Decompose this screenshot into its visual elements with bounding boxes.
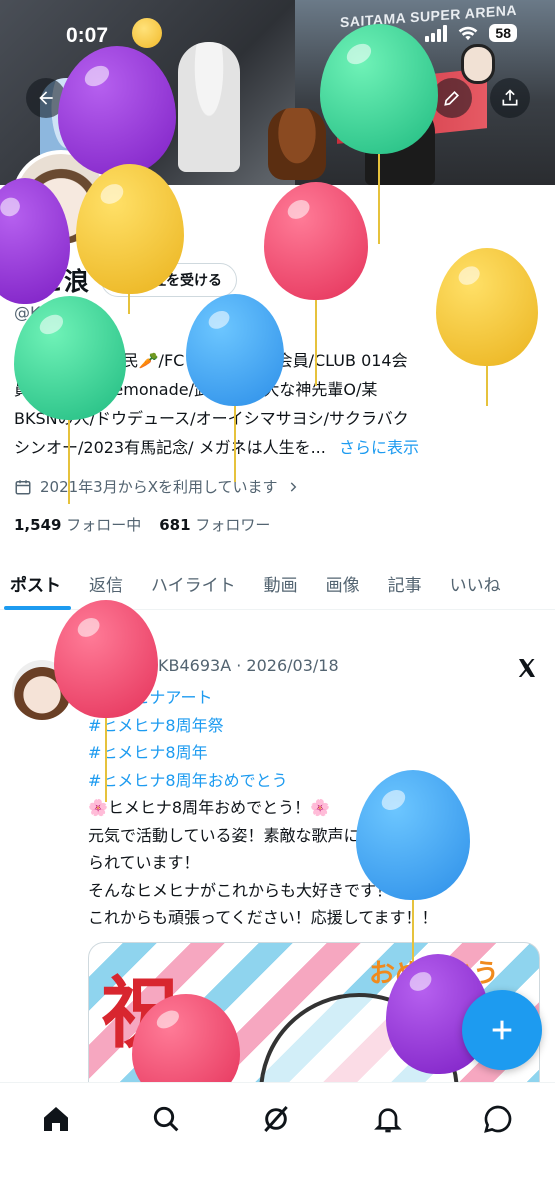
tab-videos[interactable]: 動画 (250, 558, 312, 609)
tab-posts[interactable]: ポスト (0, 558, 75, 610)
followers-count: 681 (159, 516, 191, 534)
post-line: られています！ (88, 853, 200, 872)
post-text: #ヒメヒナアート #ヒメヒナ8周年祭 #ヒメヒナ8周年 #ヒメヒナ8周年おめでと… (88, 684, 538, 932)
banner-figure-white (178, 42, 240, 172)
profile-name-row: カビ浪 認証を受ける (14, 262, 238, 298)
bottom-navigation (0, 1082, 555, 1200)
battery-indicator: 58 (489, 24, 517, 42)
tab-articles[interactable]: 記事 (374, 558, 436, 609)
profile-avatar[interactable] (12, 150, 110, 248)
edit-button[interactable] (432, 78, 472, 118)
bio-line: シンオー/2023有馬記念/ メガネは人生を... (14, 438, 326, 457)
compose-post-button[interactable] (462, 990, 542, 1070)
profile-bio: (かびろう)/JOJI民🥕/FC JOJICLUB+ 会員/CLUB 014会 … (14, 346, 544, 462)
following-count: 1,549 (14, 516, 62, 534)
back-button[interactable] (26, 78, 66, 118)
post-line: 元気で活動している姿！素敵な歌声にいつも支え (88, 825, 440, 845)
nav-home[interactable] (38, 1101, 74, 1137)
profile-handle: @KB4693A (14, 303, 104, 322)
balloon (264, 182, 368, 300)
search-icon (386, 90, 402, 106)
hashtag-link[interactable]: #ヒメヒナ8周年 (88, 739, 538, 767)
nav-messages[interactable] (480, 1101, 516, 1137)
pinned-indicator: 固定 (64, 628, 112, 647)
back-icon (39, 91, 53, 105)
share-button[interactable] (490, 78, 530, 118)
status-emoji-icon (132, 18, 162, 48)
bio-line: (かびろう)/JOJI民🥕/FC JOJICLUB+ 会員/CLUB 014会 (14, 351, 408, 370)
followers-label: フォロワー (195, 516, 271, 534)
bio-line: 員/ヒメヒナ/Lemonade/武豊/某偉大な神先輩O/某 (14, 380, 378, 399)
grok-icon (264, 1106, 288, 1132)
post-image-kanji: 祝 (101, 968, 180, 1059)
calendar-icon (15, 479, 31, 494)
status-bar: 0:07 58 (0, 0, 555, 58)
nav-search[interactable] (148, 1101, 184, 1137)
post-line: 🌸ヒメヒナ8周年おめでとう！🌸 (88, 798, 331, 817)
following-link[interactable]: 1,549 フォロー中 (14, 514, 141, 535)
wifi-icon (457, 25, 479, 41)
cellular-signal-icon (425, 24, 448, 42)
bio-line: BKSNの人/ドウデュース/オーイシマサヨシ/サクラバク (14, 409, 409, 428)
status-indicators: 58 (425, 24, 517, 42)
hashtag-link[interactable]: #ヒメヒナ8周年おめでとう (88, 767, 538, 795)
plus-icon (492, 1020, 512, 1040)
profile-display-name: カビ浪 (14, 267, 90, 296)
post-author-name[interactable]: カビ浪 (88, 656, 136, 680)
pin-icon (66, 631, 76, 643)
get-verified-button[interactable]: 認証を受ける (101, 263, 238, 297)
post-line: そんなヒメヒナがこれからも大好きです！ (88, 880, 393, 900)
nav-notifications[interactable] (370, 1101, 406, 1137)
get-verified-label: 認証を受ける (138, 273, 223, 289)
hashtag-link[interactable]: #ヒメヒナ8周年祭 (88, 712, 538, 740)
profile-tabs: ポスト 返信 ハイライト 動画 画像 記事 いいね (0, 558, 555, 610)
share-icon (502, 89, 518, 106)
joined-label: 2021年3月からXを利用しています (40, 478, 278, 496)
hashtag-link[interactable]: #ヒメヒナアート (88, 684, 538, 712)
messages-icon (484, 1105, 512, 1133)
nav-grok[interactable] (258, 1101, 294, 1137)
bio-line-last: シンオー/2023有馬記念/ メガネは人生を... さらに表示 (14, 433, 544, 462)
search-button[interactable] (374, 78, 414, 118)
pinned-label: 固定 (86, 632, 113, 647)
banner-horse-plush (268, 108, 326, 180)
post-line: これからも頑張ってください！応援してます！！ (88, 908, 438, 927)
home-icon (44, 1107, 68, 1131)
joined-date[interactable]: 2021年3月からXを利用しています (14, 476, 300, 497)
bio-show-more-link[interactable]: さらに表示 (339, 438, 419, 457)
following-label: フォロー中 (66, 516, 142, 534)
search-icon (153, 1106, 179, 1132)
tab-photos[interactable]: 画像 (312, 558, 374, 609)
followers-link[interactable]: 681 フォロワー (159, 514, 270, 535)
follow-stats: 1,549 フォロー中 681 フォロワー (14, 514, 270, 535)
post-header: カビ浪 @KB4693A · 2026/03/18 (88, 656, 339, 680)
notifications-icon (374, 1108, 402, 1133)
post-image-caption: おめでとう (368, 959, 499, 989)
edit-icon (444, 90, 460, 106)
status-time: 0:07 (66, 24, 109, 47)
verified-badge-icon (116, 272, 133, 288)
post-author-avatar[interactable] (12, 660, 72, 720)
x-logo-icon[interactable] (515, 656, 539, 680)
tab-replies[interactable]: 返信 (75, 558, 137, 609)
tab-highlights[interactable]: ハイライト (137, 558, 250, 609)
post-meta: @KB4693A · 2026/03/18 (142, 656, 339, 675)
tab-likes[interactable]: いいね (436, 558, 515, 609)
chevron-right-icon (290, 481, 296, 492)
